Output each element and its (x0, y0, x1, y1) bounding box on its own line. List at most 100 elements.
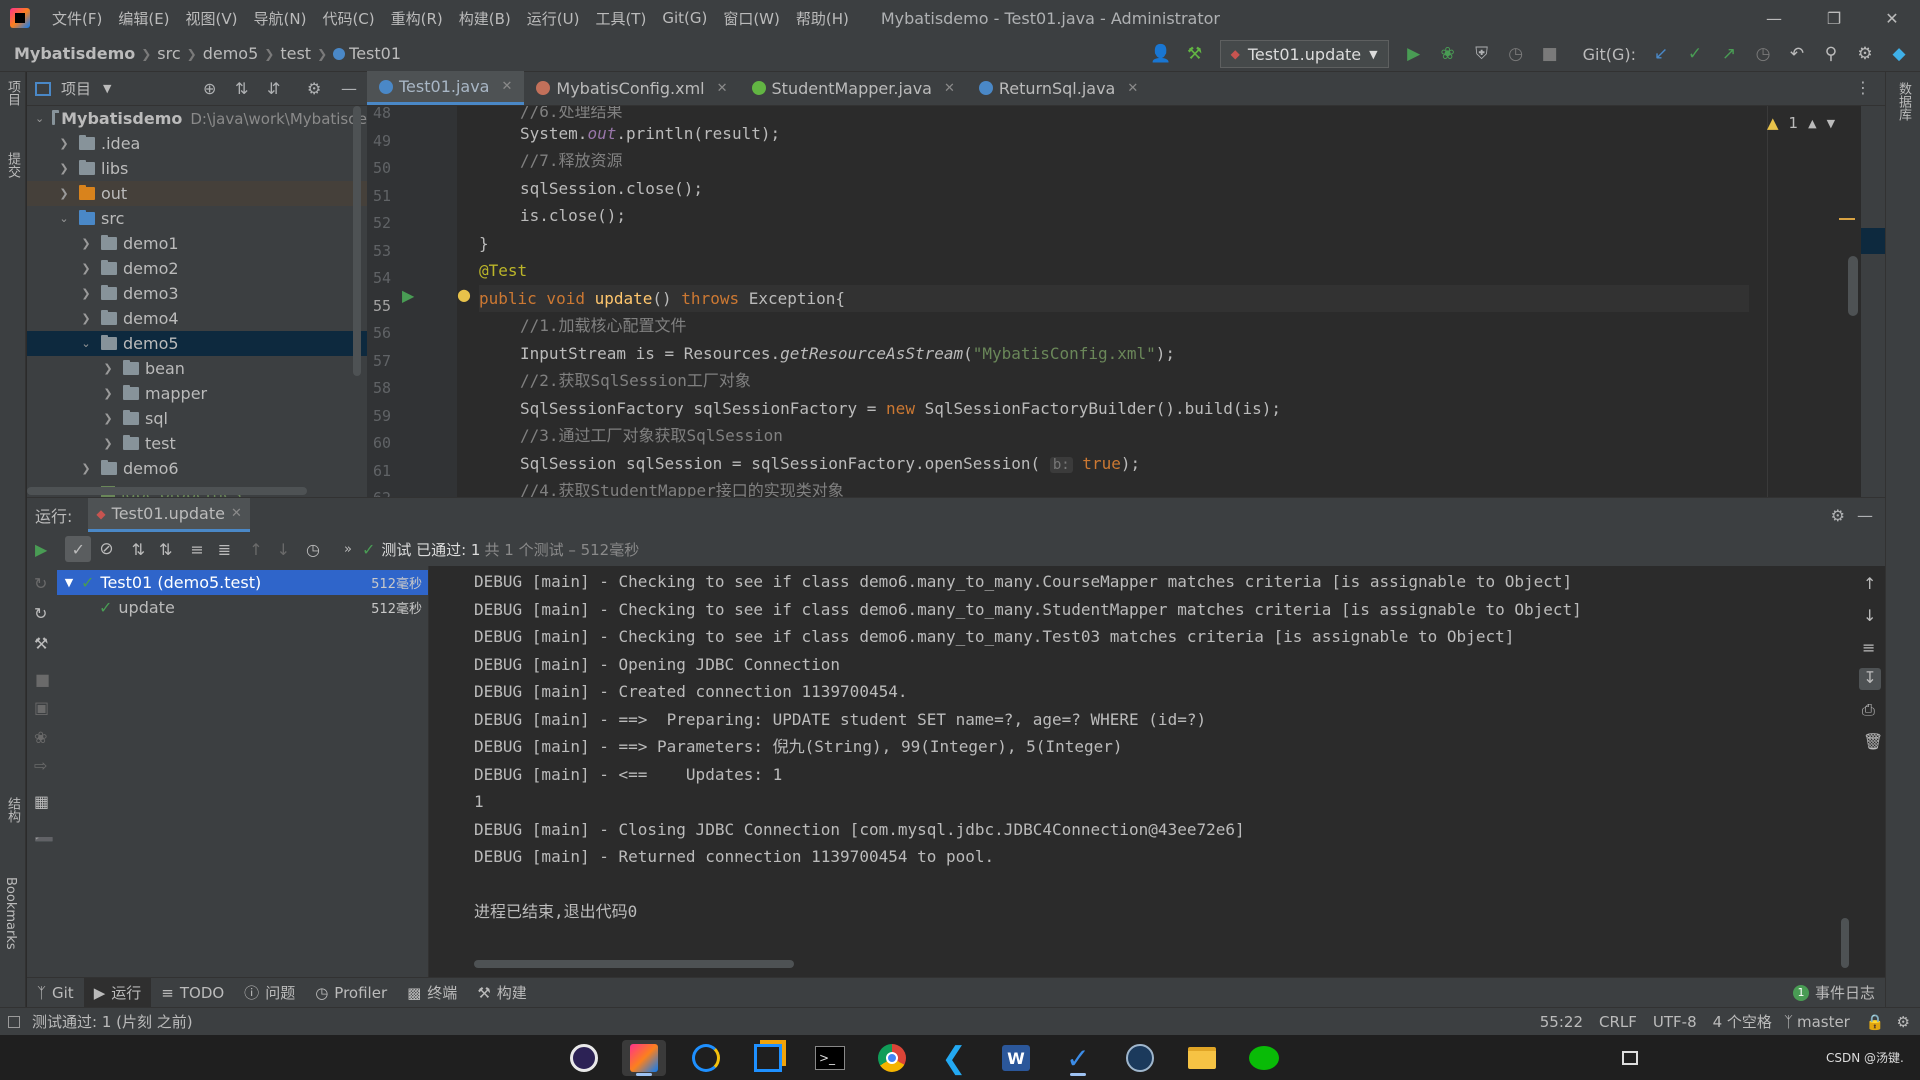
trash-icon[interactable]: 🗑 (1863, 732, 1883, 751)
project-tree-item-libs[interactable]: ❯ libs (27, 156, 367, 181)
down-arrow-icon[interactable]: ↓ (1863, 606, 1876, 625)
settings-gear-icon[interactable]: ⚙ (1850, 40, 1880, 68)
menu-refactor[interactable]: 重构(R) (383, 8, 451, 29)
history-icon[interactable]: ◷ (306, 540, 320, 559)
breadcrumb-test[interactable]: test (274, 44, 317, 63)
steam-app-icon[interactable] (1118, 1040, 1162, 1076)
stop-icon[interactable]: ■ (1535, 40, 1565, 68)
editor-tab-studentmapper-java[interactable]: StudentMapper.java ✕ (740, 71, 967, 105)
menu-view[interactable]: 视图(V) (178, 8, 246, 29)
project-tree-item-demo3[interactable]: ❯ demo3 (27, 281, 367, 306)
close-tab-icon[interactable]: ✕ (1127, 81, 1138, 96)
expand-all-icon[interactable]: ≡ (190, 540, 203, 559)
eclipse-app-icon[interactable] (562, 1040, 606, 1076)
lightbulb-icon[interactable]: ● (457, 285, 471, 304)
app-window-icon[interactable] (746, 1040, 790, 1076)
wechat-app-icon[interactable] (1242, 1040, 1286, 1076)
code-editor[interactable]: //6.处理结果 System.out.println(result); //7… (479, 106, 1759, 497)
show-ignored-icon[interactable]: ⊘ (99, 539, 113, 559)
rollback-icon[interactable]: ↶ (1782, 40, 1812, 68)
coverage-icon[interactable]: ⛨ (1467, 40, 1497, 68)
run-icon[interactable]: ▶ (1399, 40, 1429, 68)
caret-position[interactable]: 55:22 (1532, 1013, 1591, 1031)
indent-setting[interactable]: 4 个空格 (1705, 1011, 1780, 1032)
sort-duration-icon[interactable]: ⇅ (159, 540, 172, 559)
browser-app-icon[interactable] (684, 1040, 728, 1076)
sort-alpha-icon[interactable]: ⇅ (132, 540, 145, 559)
git-commit-icon[interactable]: ✓ (1680, 40, 1710, 68)
locate-target-icon[interactable]: ⊕ (203, 79, 216, 98)
git-update-icon[interactable]: ↙ (1646, 40, 1676, 68)
chevron-right-icon[interactable]: ❯ (79, 237, 93, 250)
hide-panel-icon[interactable]: — (1857, 506, 1873, 525)
project-tree-item-demo5[interactable]: ⌄ demo5 (27, 331, 367, 356)
breadcrumb-demo5[interactable]: demo5 (197, 44, 265, 63)
chevron-right-icon[interactable]: ❯ (57, 162, 71, 175)
database-tool-tab[interactable]: 数据库 (1894, 82, 1913, 121)
project-tree-item-mapper[interactable]: ❯ mapper (27, 381, 367, 406)
project-tree-item-demo2[interactable]: ❯ demo2 (27, 256, 367, 281)
close-tab-icon[interactable]: ✕ (717, 81, 728, 96)
todo-app-icon[interactable]: ✓ (1056, 1040, 1100, 1076)
next-failed-icon[interactable]: ↓ (277, 540, 290, 559)
soft-wrap-icon[interactable]: ≡ (1862, 638, 1875, 657)
chevron-right-icon[interactable]: ❯ (79, 462, 93, 475)
wrench-icon[interactable]: ⚒ (34, 634, 48, 653)
menu-tools[interactable]: 工具(T) (587, 8, 654, 29)
project-tree-item-demo1[interactable]: ❯ demo1 (27, 231, 367, 256)
build-hammer-icon[interactable]: ⚒ (1180, 40, 1210, 68)
project-tree-item-out[interactable]: ❯ out (27, 181, 367, 206)
chevron-down-icon[interactable]: ⌄ (57, 212, 71, 225)
chevron-down-icon[interactable]: ▼ (57, 576, 81, 589)
memory-indicator-icon[interactable]: ⚙ (1893, 1013, 1920, 1031)
tool-tab-todo[interactable]: ≡ TODO (151, 978, 234, 1008)
editor-scrollbar[interactable] (1839, 106, 1861, 497)
debug-icon[interactable]: ❀ (34, 728, 47, 747)
commit-tool-tab[interactable]: 提交 (3, 152, 22, 178)
console-scrollbar[interactable] (1841, 918, 1849, 968)
debug-icon[interactable]: ❀ (1433, 40, 1463, 68)
project-tree-item-mybatisdemo[interactable]: ⌄ Mybatisdemo D:\java\work\Mybatisde (27, 106, 367, 131)
breadcrumb-src[interactable]: src (151, 44, 186, 63)
run-configuration-select[interactable]: ◆ Test01.update ▼ (1219, 40, 1389, 68)
chevron-right-icon[interactable]: ❯ (101, 412, 115, 425)
pin-icon[interactable]: ➖ (34, 830, 54, 849)
git-branch[interactable]: master (1797, 1013, 1858, 1031)
editor-tab-returnsql-java[interactable]: ReturnSql.java ✕ (967, 71, 1150, 105)
tool-tab-terminal[interactable]: ▩ 终端 (397, 978, 467, 1008)
exit-icon[interactable]: ⇨ (34, 756, 47, 775)
hide-panel-icon[interactable]: — (341, 79, 357, 98)
layout-icon[interactable]: ▦ (34, 792, 49, 811)
test-row[interactable]: ▼ ✓ Test01 (demo5.test) 512毫秒 (57, 570, 428, 595)
word-app-icon[interactable]: W (994, 1040, 1038, 1076)
chevron-down-icon[interactable]: ⌄ (79, 337, 93, 350)
chevron-right-icon[interactable]: ❯ (79, 262, 93, 275)
rerun-failed-icon[interactable]: ↻ (34, 574, 47, 593)
close-window-button[interactable]: ✕ (1862, 0, 1920, 36)
project-tree-item-demo4[interactable]: ❯ demo4 (27, 306, 367, 331)
collapse-all-icon[interactable]: ⇵ (267, 79, 280, 98)
restore-button[interactable]: ❐ (1804, 0, 1864, 36)
tool-tab-git[interactable]: ᛉ Git (27, 978, 84, 1008)
inspection-widget[interactable]: ▲ 1 ▲ ▼ (1767, 114, 1835, 132)
chevron-up-icon[interactable]: ▲ (1808, 117, 1816, 130)
show-passed-icon[interactable]: ✓ (65, 536, 92, 562)
lock-icon[interactable]: 🔒 (1858, 1013, 1893, 1031)
tool-tab-run[interactable]: ▶ 运行 (83, 977, 152, 1008)
collapse-all-icon[interactable]: ≣ (218, 540, 231, 559)
search-icon[interactable]: ⚲ (1816, 40, 1846, 68)
menu-run[interactable]: 运行(U) (519, 8, 588, 29)
chevron-right-icon[interactable]: ❯ (79, 312, 93, 325)
run-tab-test01-update[interactable]: ◆ Test01.update ✕ (88, 498, 250, 532)
console-output[interactable]: DEBUG [main] - Checking to see if class … (430, 566, 1855, 978)
chevron-right-icon[interactable]: ❯ (101, 387, 115, 400)
tool-tab-build[interactable]: ⚒ 构建 (467, 978, 536, 1008)
rerun-icon[interactable]: ▶ (35, 540, 47, 559)
camera-icon[interactable]: ▣ (34, 698, 49, 717)
intellij-app-icon[interactable] (622, 1040, 666, 1076)
status-message[interactable]: 测试通过: 1 (片刻 之前) (32, 1011, 193, 1032)
editor-tab-mybatisconfig-xml[interactable]: MybatisConfig.xml ✕ (524, 71, 739, 105)
git-push-icon[interactable]: ↗ (1714, 40, 1744, 68)
chevron-right-icon[interactable]: ❯ (101, 362, 115, 375)
terminal-app-icon[interactable]: >_ (808, 1040, 852, 1076)
